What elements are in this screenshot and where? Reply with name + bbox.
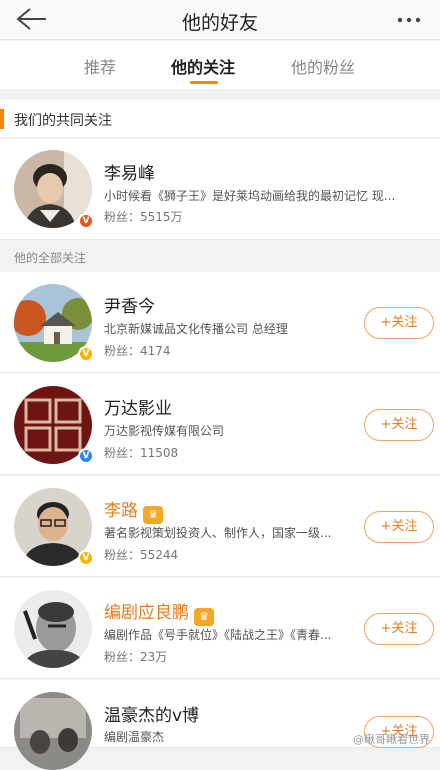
user-description: 小时候看《狮子王》是好莱坞动画给我的最初记忆 现...	[104, 189, 396, 203]
fan-count: 粉丝：23万	[104, 650, 168, 664]
avatar[interactable]	[14, 590, 92, 668]
user-name[interactable]: 尹香今	[104, 292, 155, 317]
more-options-icon[interactable]	[392, 6, 426, 32]
user-description: 编剧作品《号手就位》《陆战之王》《青春...	[104, 628, 332, 642]
fan-count: 粉丝：11508	[104, 446, 179, 460]
verified-badge-icon: V	[78, 448, 94, 464]
user-description: 北京新媒诚品文化传播公司 总经理	[104, 322, 288, 336]
active-tab-indicator	[190, 81, 218, 84]
user-name[interactable]: 温豪杰的v博	[104, 701, 199, 726]
tab-following[interactable]: 他的关注	[171, 54, 235, 78]
fan-count: 粉丝：4174	[104, 344, 171, 358]
avatar-image	[14, 692, 92, 770]
vip-crown-icon: ♛	[143, 506, 163, 524]
avatar-image	[14, 590, 92, 668]
tab-recommend[interactable]: 推荐	[84, 54, 116, 78]
following-row[interactable]: V 尹香今 北京新媒诚品文化传播公司 总经理 粉丝：4174 +关注	[0, 272, 440, 373]
top-bar: 他的好友	[0, 0, 440, 40]
follow-button[interactable]: +关注	[364, 307, 434, 339]
user-description: 著名影视策划投资人、制作人，国家一级...	[104, 526, 332, 540]
user-name[interactable]: 李路	[104, 501, 138, 521]
tab-bar: 推荐 他的关注 他的粉丝	[0, 41, 440, 89]
user-name-vip[interactable]: 编剧应良鹏 ♛	[104, 598, 214, 626]
user-name-vip[interactable]: 李路 ♛	[104, 496, 163, 524]
following-row[interactable]: V 李路 ♛ 著名影视策划投资人、制作人，国家一级... 粉丝：55244 +关注	[0, 476, 440, 577]
avatar[interactable]	[14, 692, 92, 770]
fan-count: 粉丝：5515万	[104, 210, 183, 224]
watermark: @瞅哥瞅看世界	[353, 733, 430, 746]
mutual-section-header: 我们的共同关注	[0, 100, 440, 138]
follow-button[interactable]: +关注	[364, 613, 434, 645]
user-name[interactable]: 编剧应良鹏	[104, 603, 189, 623]
following-row[interactable]: 编剧应良鹏 ♛ 编剧作品《号手就位》《陆战之王》《青春... 粉丝：23万 +关注	[0, 578, 440, 679]
all-following-header: 他的全部关注	[0, 240, 440, 272]
follow-button[interactable]: +关注	[364, 409, 434, 441]
verified-badge-icon: V	[78, 346, 94, 362]
vip-crown-icon: ♛	[194, 608, 214, 626]
tab-fans[interactable]: 他的粉丝	[291, 54, 355, 78]
user-name[interactable]: 万达影业	[104, 394, 172, 419]
page-title: 他的好友	[181, 12, 258, 34]
section-accent-bar	[0, 109, 4, 129]
follow-button[interactable]: +关注	[364, 511, 434, 543]
following-row[interactable]: V 万达影业 万达影视传媒有限公司 粉丝：11508 +关注	[0, 374, 440, 475]
user-description: 万达影视传媒有限公司	[104, 424, 225, 438]
user-name[interactable]: 李易峰	[104, 159, 155, 184]
verified-badge-icon: V	[78, 550, 94, 566]
mutual-section-title: 我们的共同关注	[14, 113, 112, 129]
mutual-user-row[interactable]: V 李易峰 小时候看《狮子王》是好莱坞动画给我的最初记忆 现... 粉丝：551…	[0, 139, 440, 240]
user-description: 编剧温豪杰	[104, 730, 165, 744]
verified-badge-icon: V	[78, 213, 94, 229]
all-following-title: 他的全部关注	[14, 251, 87, 265]
fan-count: 粉丝：55244	[104, 548, 179, 562]
